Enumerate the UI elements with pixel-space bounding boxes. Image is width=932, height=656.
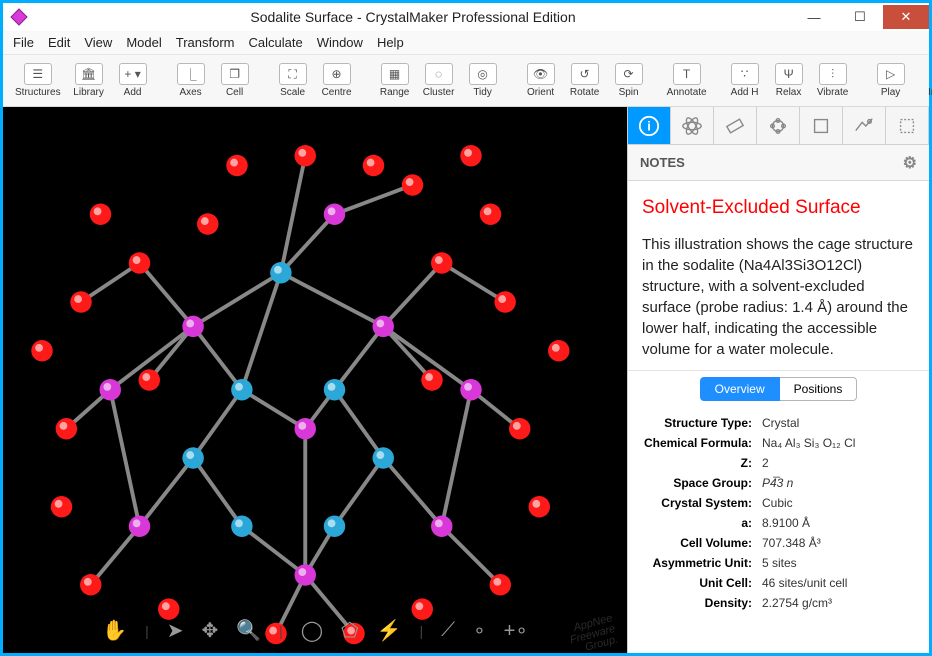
pointer-tool[interactable]: ➤ — [167, 618, 184, 643]
hand-tool[interactable]: ✋ — [102, 618, 127, 643]
cell-button[interactable]: ❐Cell — [215, 58, 255, 104]
list-icon: ☰ — [32, 67, 43, 81]
prop-z: 2 — [762, 456, 769, 470]
close-button[interactable]: ✕ — [883, 5, 929, 29]
tab-measure[interactable] — [714, 107, 757, 144]
prop-asym-unit: 5 sites — [762, 556, 797, 570]
title-bar: Sodalite Surface - CrystalMaker Professi… — [3, 3, 929, 31]
zoom-tool[interactable]: 🔍 — [236, 618, 261, 643]
cluster-icon: ◌ — [435, 67, 442, 81]
library-button[interactable]: 🏛Library — [69, 58, 109, 104]
inspector-panel: i NOTES ⚙ Solvent-Excluded Surface This … — [627, 107, 929, 653]
properties-table: Structure Type:Crystal Chemical Formula:… — [628, 407, 929, 619]
structures-button[interactable]: ☰Structures — [11, 58, 65, 104]
menu-model[interactable]: Model — [126, 35, 161, 50]
axes-icon: ⎿ — [185, 66, 197, 83]
prop-unit-cell: 46 sites/unit cell — [762, 576, 847, 590]
panel-title: NOTES — [640, 155, 685, 170]
tab-box[interactable] — [800, 107, 843, 144]
play-button[interactable]: ▷Play — [871, 58, 911, 104]
text-icon: T — [683, 67, 690, 81]
menu-edit[interactable]: Edit — [48, 35, 70, 50]
relax-button[interactable]: ΨRelax — [769, 58, 809, 104]
eye-icon: 👁 — [533, 67, 548, 81]
menu-file[interactable]: File — [13, 35, 34, 50]
inspector-button[interactable]: ▯Inspector — [929, 58, 932, 104]
vibrate-button[interactable]: ⫶Vibrate — [813, 58, 853, 104]
vibrate-icon: ⫶ — [831, 67, 834, 82]
centre-icon: ⊕ — [332, 67, 342, 81]
menu-transform[interactable]: Transform — [176, 35, 235, 50]
cell-icon: ❐ — [229, 67, 240, 81]
spin-icon: ⟳ — [624, 67, 634, 81]
bolt-tool[interactable]: ⚡ — [377, 618, 402, 643]
viewport-toolbar: ✋ | ➤ ✥ 🔍 | ◯ ⬠ ⚡ | ⟋ ∘ +∘ — [102, 618, 528, 643]
bond-tool[interactable]: ⟋ — [441, 619, 455, 642]
molecular-structure — [3, 107, 627, 653]
menu-calculate[interactable]: Calculate — [248, 35, 302, 50]
prop-structure-type: Crystal — [762, 416, 799, 430]
polygon-tool[interactable]: ⬠ — [341, 618, 358, 643]
add-atom-tool[interactable]: +∘ — [504, 618, 528, 643]
prop-density: 2.2754 g/cm³ — [762, 596, 832, 610]
play-icon: ▷ — [886, 67, 895, 81]
notes-section: Solvent-Excluded Surface This illustrati… — [628, 181, 929, 370]
gear-icon[interactable]: ⚙ — [903, 153, 917, 173]
tab-model[interactable] — [757, 107, 800, 144]
axes-button[interactable]: ⎿Axes — [171, 58, 211, 104]
menu-bar: File Edit View Model Transform Calculate… — [3, 31, 929, 55]
atom-tool[interactable]: ∘ — [473, 618, 486, 643]
note-body: This illustration shows the cage structu… — [642, 234, 915, 360]
scale-button[interactable]: ⛶Scale — [273, 58, 313, 104]
spin-button[interactable]: ⟳Spin — [609, 58, 649, 104]
prop-formula: Na₄ Al₃ Si₃ O₁₂ Cl — [762, 436, 855, 450]
tidy-icon: ◎ — [477, 67, 487, 81]
centre-button[interactable]: ⊕Centre — [317, 58, 357, 104]
add-button[interactable]: + ▾Add — [113, 58, 153, 104]
prop-crystal-system: Cubic — [762, 496, 793, 510]
tab-atom[interactable] — [671, 107, 714, 144]
menu-window[interactable]: Window — [317, 35, 363, 50]
maximize-button[interactable]: ☐ — [837, 5, 883, 29]
relax-icon: Ψ — [784, 67, 794, 81]
orient-button[interactable]: 👁Orient — [521, 58, 561, 104]
svg-text:i: i — [647, 118, 651, 133]
prop-space-group: P4̅3 n — [762, 476, 793, 490]
toolbar: ☰Structures 🏛Library + ▾Add ⎿Axes ❐Cell … — [3, 55, 929, 107]
plus-icon: + ▾ — [124, 67, 140, 81]
app-icon — [9, 7, 29, 27]
addh-icon: ∵ — [741, 67, 749, 81]
note-title: Solvent-Excluded Surface — [642, 195, 915, 222]
scale-icon: ⛶ — [288, 67, 296, 82]
subtab-overview[interactable]: Overview — [700, 377, 780, 401]
lasso-tool[interactable]: ◯ — [301, 618, 323, 643]
grid-icon: ▦ — [389, 67, 400, 81]
menu-view[interactable]: View — [84, 35, 112, 50]
tidy-button[interactable]: ◎Tidy — [463, 58, 503, 104]
tab-select[interactable] — [886, 107, 929, 144]
prop-a: 8.9100 Å — [762, 516, 810, 530]
cluster-button[interactable]: ◌Cluster — [419, 58, 459, 104]
molecular-viewport[interactable]: AppNeeFreewareGroup. ✋ | ➤ ✥ 🔍 | ◯ ⬠ ⚡ |… — [3, 107, 627, 653]
range-button[interactable]: ▦Range — [375, 58, 415, 104]
tab-render[interactable] — [843, 107, 886, 144]
annotate-button[interactable]: TAnnotate — [667, 58, 707, 104]
prop-cell-volume: 707.348 Å³ — [762, 536, 821, 550]
tab-info[interactable]: i — [628, 107, 671, 144]
rotate-button[interactable]: ↺Rotate — [565, 58, 605, 104]
move-tool[interactable]: ✥ — [201, 618, 218, 643]
rotate-icon: ↺ — [580, 67, 590, 81]
addh-button[interactable]: ∵Add H — [725, 58, 765, 104]
minimize-button[interactable]: — — [791, 5, 837, 29]
menu-help[interactable]: Help — [377, 35, 404, 50]
subtab-positions[interactable]: Positions — [780, 377, 858, 401]
inspector-tabs: i — [628, 107, 929, 145]
library-icon: 🏛 — [81, 67, 96, 81]
window-title: Sodalite Surface - CrystalMaker Professi… — [35, 9, 791, 25]
